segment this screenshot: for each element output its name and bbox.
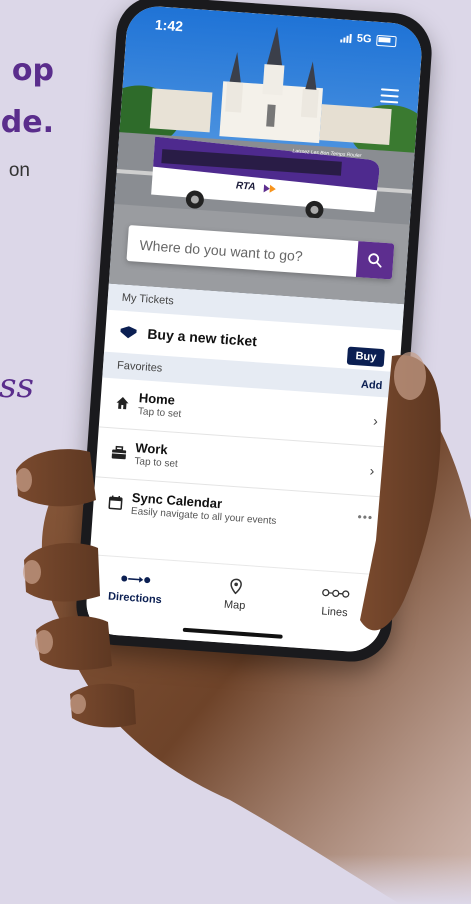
favorite-title: Work	[134, 440, 169, 458]
menu-icon[interactable]	[380, 88, 400, 107]
nav-label: Map	[223, 598, 246, 613]
search-icon	[368, 253, 382, 268]
lines-icon	[322, 588, 350, 598]
nav-label: Lines	[320, 605, 348, 620]
chevron-right-icon: ›	[372, 412, 379, 429]
background-script-text: ss	[0, 366, 34, 406]
chevron-right-icon: ›	[369, 462, 375, 479]
favorites-label: Favorites	[116, 359, 163, 375]
add-favorite-button[interactable]: Add	[361, 378, 383, 393]
directions-icon	[121, 575, 151, 584]
buy-button[interactable]: Buy	[346, 346, 385, 368]
background-headline-line2: de.	[0, 105, 54, 140]
favorite-title: Home	[138, 390, 176, 408]
buy-new-ticket-label: Buy a new ticket	[146, 325, 258, 350]
battery-icon	[376, 34, 397, 47]
background-subtext: on	[8, 160, 30, 181]
nav-directions[interactable]: Directions	[95, 568, 177, 607]
home-indicator[interactable]	[182, 627, 283, 639]
map-pin-icon	[230, 578, 242, 595]
favorite-subtitle: Tap to set	[134, 455, 179, 470]
network-label: 5G	[356, 32, 372, 46]
briefcase-icon	[111, 445, 127, 460]
nav-map[interactable]: Map	[194, 575, 276, 614]
status-indicators: 5G	[340, 31, 397, 47]
calendar-icon	[108, 495, 123, 510]
more-options-icon[interactable]: •••	[357, 510, 374, 525]
nav-label: Directions	[107, 590, 163, 607]
ticket-icon	[120, 326, 137, 339]
house-icon	[116, 397, 129, 410]
search-button[interactable]	[355, 241, 395, 280]
status-time: 1:42	[154, 16, 184, 35]
bus-brand-text: RTA	[236, 180, 256, 192]
favorite-subtitle: Tap to set	[137, 406, 182, 421]
app-screen: RTA Laissez Les Bon Temps Rouler 1:42 5G	[84, 4, 424, 654]
background-headline-line1: op	[11, 53, 54, 88]
phone: RTA Laissez Les Bon Temps Rouler 1:42 5G	[73, 0, 435, 665]
nav-lines[interactable]: Lines	[294, 582, 376, 621]
signal-icon	[340, 32, 353, 44]
